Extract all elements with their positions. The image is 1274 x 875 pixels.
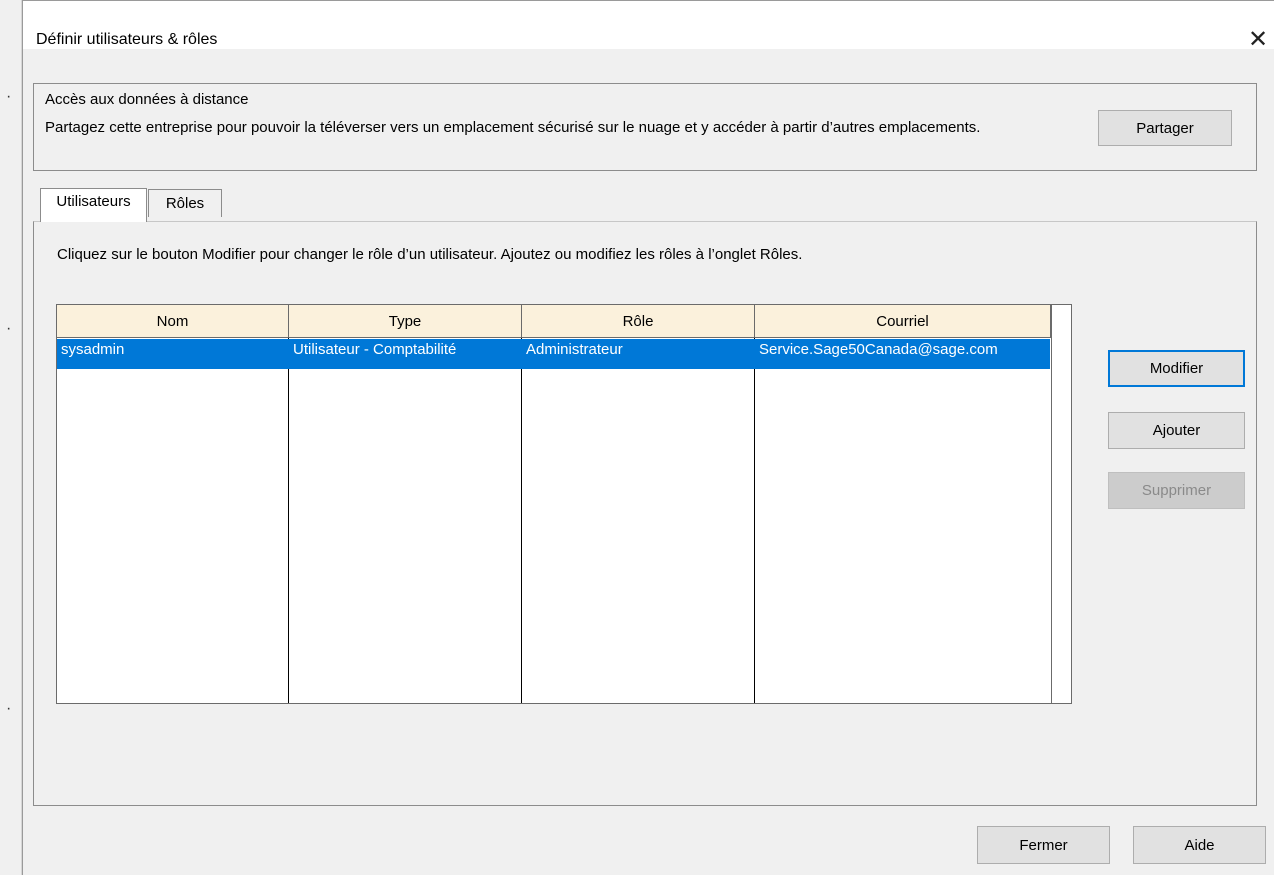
dialog-title: Définir utilisateurs & rôles <box>36 31 218 48</box>
add-button[interactable]: Ajouter <box>1108 412 1245 449</box>
close-icon[interactable]: ✕ <box>1248 25 1268 54</box>
cell-type: Utilisateur - Comptabilité <box>293 341 457 358</box>
column-header-name[interactable]: Nom <box>57 305 289 338</box>
remote-access-description: Partagez cette entreprise pour pouvoir l… <box>45 119 981 136</box>
background-window-edge: · · · <box>0 0 22 875</box>
column-divider <box>754 338 755 703</box>
users-instructions: Cliquez sur le bouton Modifier pour chan… <box>57 246 803 263</box>
tab-roles[interactable]: Rôles <box>148 189 222 217</box>
column-divider <box>521 338 522 703</box>
cell-name: sysadmin <box>61 341 125 358</box>
cell-role: Administrateur <box>526 341 623 358</box>
background-glyph: · <box>6 700 12 717</box>
table-vertical-scrollbar[interactable] <box>1051 305 1071 703</box>
cell-email: Service.Sage50Canada@sage.com <box>759 341 998 358</box>
column-header-type[interactable]: Type <box>289 305 522 338</box>
column-divider <box>288 338 289 703</box>
close-button[interactable]: Fermer <box>977 826 1110 864</box>
remote-access-title: Accès aux données à distance <box>45 91 249 108</box>
modify-button[interactable]: Modifier <box>1108 350 1245 387</box>
column-header-email[interactable]: Courriel <box>755 305 1051 338</box>
background-glyph: · <box>6 88 12 105</box>
delete-button[interactable]: Supprimer <box>1108 472 1245 509</box>
tab-users[interactable]: Utilisateurs <box>40 188 147 222</box>
background-glyph: · <box>6 320 12 337</box>
share-button[interactable]: Partager <box>1098 110 1232 146</box>
table-row[interactable]: sysadmin Utilisateur - Comptabilité Admi… <box>57 339 1050 369</box>
help-button[interactable]: Aide <box>1133 826 1266 864</box>
column-header-role[interactable]: Rôle <box>522 305 755 338</box>
